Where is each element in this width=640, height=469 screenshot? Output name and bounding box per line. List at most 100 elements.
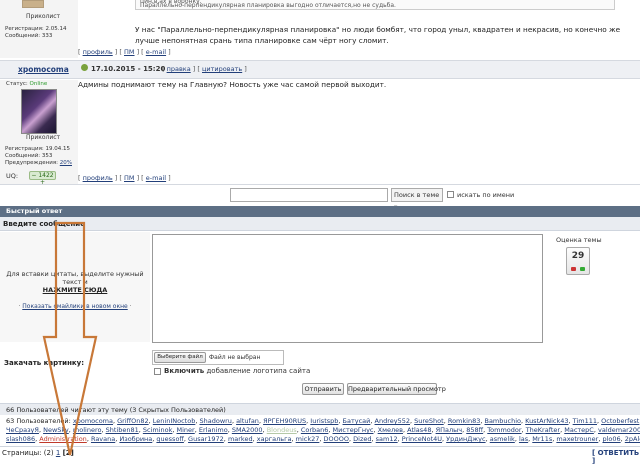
topic-rating-box: 29 bbox=[566, 247, 590, 275]
user-link[interactable]: МистерГнус bbox=[333, 426, 374, 434]
user-link[interactable]: Bambuchio bbox=[484, 417, 521, 425]
post2-status: Статус: Online bbox=[6, 81, 47, 87]
user-link[interactable]: Хмелев bbox=[378, 426, 403, 434]
rep-minus-icon[interactable]: − bbox=[31, 172, 36, 179]
post2-date: 17.10.2015 - 15:20 bbox=[91, 65, 166, 73]
user-link[interactable]: GriffOn82 bbox=[117, 417, 149, 425]
user-link[interactable]: Octoberfest bbox=[601, 417, 639, 425]
user-link[interactable]: Sciminok bbox=[143, 426, 173, 434]
user-link[interactable]: харгальга bbox=[257, 435, 292, 443]
uq-label: UQ: bbox=[6, 172, 19, 180]
quick-reply-title: Быстрый ответ bbox=[0, 206, 640, 217]
divider bbox=[0, 446, 640, 447]
rating-up-icon[interactable] bbox=[580, 267, 585, 271]
page-1-link[interactable]: 1 bbox=[56, 449, 60, 457]
post1-stat-posts: Сообщений: 333 bbox=[5, 33, 53, 39]
rating-down-icon[interactable] bbox=[571, 267, 576, 271]
user-link[interactable]: Atlas48 bbox=[407, 426, 431, 434]
click-here-link[interactable]: НАЖМИТЕ СЮДА bbox=[6, 286, 144, 294]
user-link[interactable]: Romkin83 bbox=[448, 417, 481, 425]
status-label: Статус: bbox=[6, 81, 28, 87]
user-link[interactable]: ЯРГЕН90RUS bbox=[263, 417, 306, 425]
user-link[interactable]: plo06 bbox=[602, 435, 620, 443]
status-online: Online bbox=[29, 81, 48, 87]
preview-button[interactable]: Предварительный просмотр bbox=[347, 383, 446, 395]
search-scope-select[interactable]: Поиск в теме ▾ bbox=[391, 188, 443, 211]
user-link[interactable]: las bbox=[519, 435, 528, 443]
logo-label: Включить добавление логотипа сайта bbox=[164, 367, 310, 375]
quote-hint: Для вставки цитаты, выделите нужный текс… bbox=[6, 270, 144, 286]
reply-link[interactable]: [ ОТВЕТИТЬ ] bbox=[592, 449, 640, 465]
show-smilies-link[interactable]: Показать смайлики в новом окне bbox=[22, 303, 127, 310]
user-link[interactable]: 2pAlex bbox=[625, 435, 640, 443]
user-link[interactable]: LeninINoctob bbox=[153, 417, 196, 425]
user-link[interactable]: altufan bbox=[236, 417, 259, 425]
choose-file-button[interactable]: Выберите файл bbox=[154, 352, 206, 363]
user-link[interactable]: maxetrouner bbox=[556, 435, 598, 443]
post2-links: [ профиль ] [ ПМ ] [ e-mail ] bbox=[78, 174, 171, 182]
message-textarea[interactable] bbox=[152, 234, 543, 343]
profile-link[interactable]: профиль bbox=[83, 174, 113, 182]
user-link[interactable]: Dized bbox=[353, 435, 371, 443]
email-link[interactable]: e-mail bbox=[146, 48, 166, 56]
user-link[interactable]: xpomocoma bbox=[73, 417, 113, 425]
logo-checkbox[interactable] bbox=[154, 368, 161, 375]
user-link[interactable]: Andrey552 bbox=[375, 417, 410, 425]
user-link[interactable]: 858ff bbox=[466, 426, 483, 434]
user-link[interactable]: Blondeus bbox=[267, 426, 297, 434]
search-scope-value: Поиск в теме bbox=[394, 191, 440, 199]
user-link[interactable]: Shtiben81 bbox=[106, 426, 139, 434]
warnings-link[interactable]: 20% bbox=[60, 160, 72, 166]
quote-line: Параллельно-перпендикулярная планировка … bbox=[140, 2, 396, 9]
send-button[interactable]: Отправить bbox=[302, 383, 344, 395]
user-link[interactable]: SureShot bbox=[414, 417, 444, 425]
post2-actions: [ правка ] [ цитировать ] bbox=[162, 65, 247, 73]
user-link[interactable]: Erlanimo bbox=[199, 426, 228, 434]
post2-text: Админы поднимают тему на Главную? Новост… bbox=[78, 80, 387, 89]
user-link[interactable]: ЧеСразуЯ bbox=[6, 426, 39, 434]
user-link-admin[interactable]: Administration bbox=[39, 435, 87, 443]
user-link[interactable]: Corban6 bbox=[301, 426, 329, 434]
user-link[interactable]: Mr11s bbox=[532, 435, 552, 443]
user-link[interactable]: ЯПалыч bbox=[436, 426, 463, 434]
post1-stat-registered: Регистрация: 2.05.14 bbox=[5, 26, 67, 32]
user-link[interactable]: molinero bbox=[73, 426, 102, 434]
user-link[interactable]: Tommodor bbox=[487, 426, 521, 434]
quote-link[interactable]: цитировать bbox=[202, 65, 242, 73]
pages-count: (2) bbox=[43, 449, 54, 457]
user-link[interactable]: Miner bbox=[177, 426, 195, 434]
user-link[interactable]: Изобрина bbox=[119, 435, 152, 443]
search-by-name-checkbox[interactable] bbox=[447, 191, 454, 198]
user-link[interactable]: Iuristspb bbox=[310, 417, 338, 425]
user-link[interactable]: mick27 bbox=[296, 435, 320, 443]
topic-search-input[interactable] bbox=[230, 188, 388, 202]
user-link[interactable]: Батусай bbox=[343, 417, 371, 425]
user-link[interactable]: УрдинДжус bbox=[446, 435, 485, 443]
logo-label-rest: добавление логотипа сайта bbox=[206, 367, 311, 375]
user-link[interactable]: NewSky bbox=[43, 426, 69, 434]
edit-link[interactable]: правка bbox=[167, 65, 191, 73]
user-link[interactable]: slash086 bbox=[6, 435, 35, 443]
user-link[interactable]: sam12 bbox=[376, 435, 398, 443]
user-link[interactable]: Gusar1972 bbox=[188, 435, 224, 443]
pm-link[interactable]: ПМ bbox=[124, 174, 135, 182]
post2-avatar[interactable] bbox=[21, 89, 57, 134]
user-link[interactable]: Tim111 bbox=[573, 417, 597, 425]
pm-link[interactable]: ПМ bbox=[124, 48, 135, 56]
user-link[interactable]: TheKrafter bbox=[526, 426, 560, 434]
user-link[interactable]: marked bbox=[228, 435, 253, 443]
post2-author-link[interactable]: xpomocoma bbox=[18, 65, 69, 74]
user-link[interactable]: asmelik bbox=[490, 435, 515, 443]
user-link[interactable]: PrinceNot4U bbox=[402, 435, 442, 443]
user-link[interactable]: KustArNick43 bbox=[525, 417, 568, 425]
user-link[interactable]: Shadowru bbox=[199, 417, 231, 425]
email-link[interactable]: e-mail bbox=[146, 174, 166, 182]
user-link[interactable]: guessoff bbox=[156, 435, 183, 443]
reputation-badge[interactable]: − 1422 + bbox=[29, 171, 56, 186]
user-link[interactable]: DOOOO bbox=[324, 435, 349, 443]
user-link[interactable]: valdemar2005 bbox=[598, 426, 640, 434]
user-link[interactable]: Ravana bbox=[91, 435, 115, 443]
user-link[interactable]: МастерС bbox=[564, 426, 594, 434]
user-link[interactable]: SMA2000 bbox=[232, 426, 263, 434]
profile-link[interactable]: профиль bbox=[83, 48, 113, 56]
